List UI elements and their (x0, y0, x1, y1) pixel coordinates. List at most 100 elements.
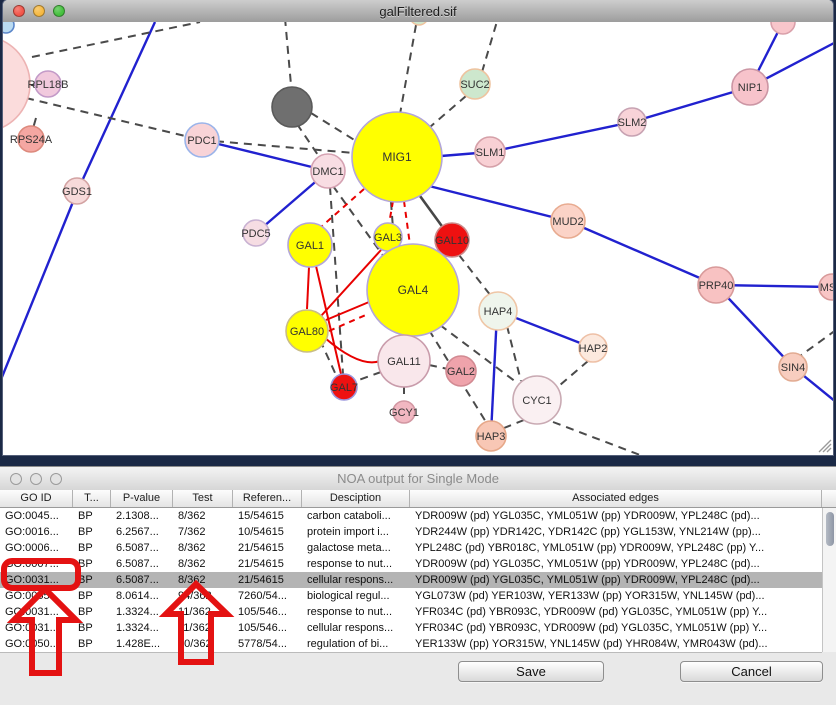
table-scrollbar[interactable] (822, 508, 836, 652)
resize-grip-line[interactable] (823, 444, 831, 452)
edge-gray[interactable] (507, 326, 521, 381)
column-header-description[interactable]: Desciption (302, 490, 410, 507)
cell-go-id: GO:0050... (0, 636, 73, 652)
cell-associated-edges: YPL248C (pd) YBR018C, YML051W (pp) YDR00… (410, 540, 822, 556)
edge-red[interactable] (307, 267, 309, 309)
cell-type: BP (73, 572, 111, 588)
cell-associated-edges: YDR009W (pd) YGL035C, YML051W (pp) YDR00… (410, 556, 822, 572)
network-canvas[interactable]: RPL18BRPS24AGDS1PDC1SUC2NIP1SLM2SLM1DMC1… (3, 22, 833, 455)
edge-blue[interactable] (77, 22, 155, 192)
node-label-SLM2: SLM2 (618, 117, 647, 129)
cell-reference: 21/54615 (233, 556, 302, 572)
cell-reference: 21/54615 (233, 540, 302, 556)
edge-gray[interactable] (32, 22, 200, 57)
edge-blue[interactable] (429, 186, 568, 221)
cell-go-id: GO:0031... (0, 604, 73, 620)
edge-gray[interactable] (429, 365, 448, 369)
graph-window: galFiltered.sif RPL18BRPS24AGDS1PDC1SUC2… (3, 0, 833, 455)
node-unlabeled[interactable] (410, 22, 428, 25)
table-row[interactable]: GO:0016...BP6.2567...7/36210/54615protei… (0, 524, 822, 540)
cell-p-value: 6.2567... (111, 524, 173, 540)
resize-grip-line[interactable] (827, 448, 831, 452)
cell-type: BP (73, 508, 111, 524)
edge-gray[interactable] (553, 422, 640, 455)
column-header-reference[interactable]: Referen... (233, 490, 302, 507)
table-row[interactable]: GO:0007...BP6.5087...8/36221/54615respon… (0, 556, 822, 572)
cell-test: 8/362 (173, 572, 233, 588)
cell-description: galactose meta... (302, 540, 410, 556)
table-row[interactable]: GO:0031...BP6.5087...8/36221/54615cellul… (0, 572, 822, 588)
edge-gray[interactable] (356, 372, 381, 381)
node-label-PDC5: PDC5 (241, 228, 270, 240)
edge-gray[interactable] (26, 98, 202, 140)
table-row[interactable]: GO:0006...BP6.5087...8/36221/54615galact… (0, 540, 822, 556)
cell-associated-edges: YDR244W (pp) YDR142C, YDR142C (pp) YGL15… (410, 524, 822, 540)
edge-blue[interactable] (3, 192, 77, 382)
cell-type: BP (73, 604, 111, 620)
edge-gray[interactable] (297, 124, 320, 158)
edge-gray[interactable] (311, 113, 356, 141)
cell-test: 7/362 (173, 524, 233, 540)
cell-p-value: 6.5087... (111, 556, 173, 572)
noa-window-titlebar[interactable]: NOA output for Single Mode (0, 467, 836, 491)
cell-associated-edges: YDR009W (pd) YGL035C, YML051W (pp) YDR00… (410, 508, 822, 524)
edge-blue[interactable] (490, 122, 632, 152)
cell-description: cellular respons... (302, 620, 410, 636)
cell-go-id: GO:0045... (0, 508, 73, 524)
edge-red-dash[interactable] (404, 201, 410, 245)
column-header-filler (822, 490, 836, 507)
node-unlabeled[interactable] (3, 22, 14, 33)
edge-gray[interactable] (285, 22, 292, 96)
noa-window: NOA output for Single Mode GO IDT...P-va… (0, 466, 836, 705)
column-header-test[interactable]: Test (173, 490, 233, 507)
graph-window-titlebar[interactable]: galFiltered.sif (3, 0, 833, 23)
column-header-type[interactable]: T... (73, 490, 111, 507)
network-graph[interactable]: RPL18BRPS24AGDS1PDC1SUC2NIP1SLM2SLM1DMC1… (3, 22, 833, 455)
edge-blue[interactable] (568, 221, 716, 285)
edge-gray[interactable] (560, 361, 588, 385)
node-label-GAL11: GAL11 (387, 356, 420, 368)
node-unlabeled[interactable] (272, 87, 312, 127)
table-row[interactable]: GO:0031...BP1.3324...11/362105/546...res… (0, 604, 822, 620)
node-label-GAL7: GAL7 (330, 382, 358, 394)
cell-test: 94/362 (173, 588, 233, 604)
column-header-p-value[interactable]: P-value (111, 490, 173, 507)
table-row[interactable]: GO:0045...BP2.1308...8/36215/54615carbon… (0, 508, 822, 524)
node-label-GDS1: GDS1 (62, 186, 92, 198)
cell-reference: 15/54615 (233, 508, 302, 524)
edge-gray[interactable] (504, 420, 524, 428)
edge-gray[interactable] (482, 22, 498, 72)
cell-test: 11/362 (173, 620, 233, 636)
edge-gray[interactable] (459, 255, 491, 296)
cell-description: biological regul... (302, 588, 410, 604)
cell-go-id: GO:0016... (0, 524, 73, 540)
node-label-HAP3: HAP3 (477, 431, 506, 443)
node-label-DMC1: DMC1 (312, 166, 343, 178)
screen: { "graph_window": { "title": "galFiltere… (0, 0, 836, 704)
table-row[interactable]: GO:0065...BP8.0614...94/3627260/54...bio… (0, 588, 822, 604)
edge-gray[interactable] (400, 25, 416, 114)
node-unlabeled[interactable] (771, 22, 795, 34)
node-label-GAL2: GAL2 (447, 366, 475, 378)
edge-blue[interactable] (491, 313, 497, 434)
node-label-GAL4: GAL4 (398, 283, 429, 297)
save-button[interactable]: Save (458, 661, 604, 682)
edge-gray[interactable] (430, 96, 466, 127)
cell-go-id: GO:0006... (0, 540, 73, 556)
cell-description: protein import i... (302, 524, 410, 540)
cell-reference: 7260/54... (233, 588, 302, 604)
cell-p-value: 6.5087... (111, 540, 173, 556)
column-header-associated-edges[interactable]: Associated edges (410, 490, 822, 507)
node-unlabeled[interactable] (3, 36, 30, 132)
column-header-go-id[interactable]: GO ID (0, 490, 73, 507)
edge-gray[interactable] (800, 330, 833, 356)
table-row[interactable]: GO:0050...BP1.428E...80/3625778/54...reg… (0, 636, 822, 652)
cell-description: cellular respons... (302, 572, 410, 588)
node-label-MSN: MSN (820, 282, 833, 294)
node-label-PRP40: PRP40 (699, 280, 734, 292)
cancel-button[interactable]: Cancel (680, 661, 823, 682)
table-row[interactable]: GO:0031...BP1.3324...11/362105/546...cel… (0, 620, 822, 636)
scrollbar-thumb[interactable] (826, 512, 834, 546)
cell-test: 11/362 (173, 604, 233, 620)
cell-type: BP (73, 620, 111, 636)
